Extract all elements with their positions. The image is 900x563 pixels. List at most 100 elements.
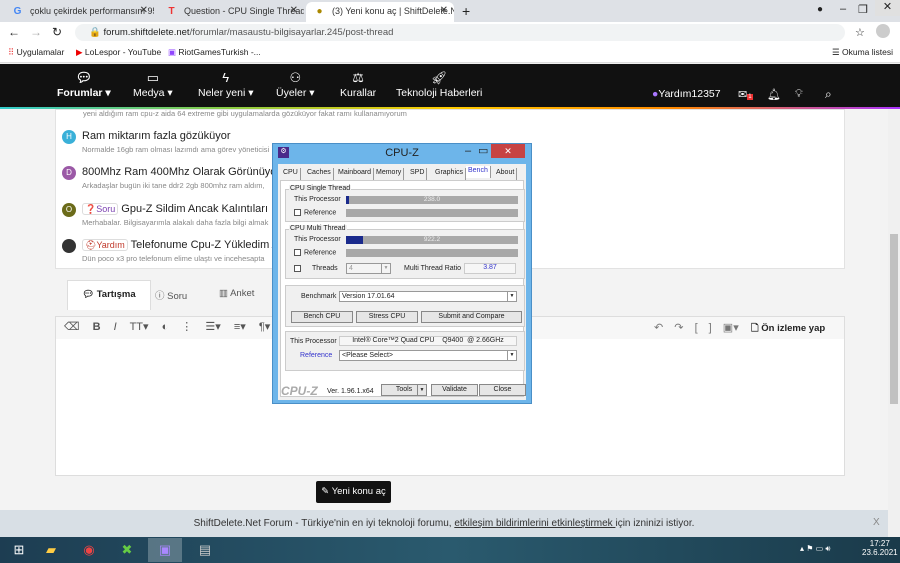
explorer-icon[interactable]: ▰ — [34, 538, 68, 562]
chrome-icon[interactable]: ◉ — [72, 538, 106, 562]
user-menu[interactable]: ●Yardım12357 — [652, 88, 721, 100]
reference-checkbox[interactable]: Reference — [294, 249, 336, 256]
bench-cpu-button[interactable]: Bench CPU — [291, 311, 353, 323]
validate-button[interactable]: Validate — [431, 384, 478, 396]
scrollbar[interactable] — [888, 109, 900, 537]
tab-anket[interactable]: ▥ Anket — [205, 280, 268, 310]
list-icon[interactable]: ☰▾ — [205, 321, 220, 333]
close-tab-icon[interactable]: ✕ — [440, 5, 448, 16]
close-tab-icon[interactable]: ✕ — [290, 5, 298, 16]
reload-icon[interactable]: ↻ — [52, 25, 62, 39]
minimize-button[interactable]: – — [465, 145, 471, 157]
reference-select[interactable]: <Please Select> ▼ — [339, 350, 517, 361]
nav-medya[interactable]: ▭ Medya ▾ — [133, 70, 173, 99]
nav-neler-yeni[interactable]: ϟ Neler yeni ▾ — [198, 70, 253, 99]
profile-icon[interactable]: ● — [817, 4, 823, 15]
browser-tab-active[interactable]: ● (3) Yeni konu aç | ShiftDelete.Net ✕ — [306, 2, 454, 22]
multi-thread-bar: 922.2 — [346, 236, 518, 244]
tab-about[interactable]: About — [494, 168, 518, 180]
row-label: Reference — [304, 249, 337, 257]
close-window-button[interactable]: ✕ — [491, 144, 525, 158]
youtube-icon: ▶ — [76, 47, 83, 57]
threads-select[interactable]: 4 ▼ — [346, 263, 391, 274]
clock[interactable]: 17:27 23.6.2021 — [862, 539, 898, 557]
tray-icons[interactable]: ▴ ⚑ ▭ 🔊︎ — [800, 544, 830, 554]
tab-memory[interactable]: Memory — [374, 168, 405, 180]
tab-tartisma[interactable]: 💬︎ Tartışma — [67, 280, 151, 310]
preview-button[interactable]: 🗋 Ön izleme yap — [751, 321, 825, 337]
new-tab-button[interactable]: + — [462, 3, 470, 19]
bulb-icon[interactable]: 💡︎ — [795, 88, 803, 101]
submit-compare-button[interactable]: Submit and Compare — [421, 311, 522, 323]
nav-label: Forumlar — [57, 87, 103, 99]
reading-list[interactable]: ☰ Okuma listesi — [832, 47, 893, 58]
tab-bench[interactable]: Bench — [466, 166, 491, 178]
italic-icon[interactable]: I — [114, 321, 117, 333]
palette-icon[interactable]: ◐ — [162, 321, 169, 333]
star-icon[interactable]: ☆ — [855, 26, 865, 39]
bold-icon[interactable]: B — [93, 321, 101, 333]
align-icon[interactable]: ≡▾ — [234, 321, 246, 333]
bookmark-label: Uygulamalar — [16, 47, 65, 57]
redo-icon[interactable]: ↷ — [674, 322, 683, 334]
benchmark-select[interactable]: Version 17.01.64 ▼ — [339, 291, 517, 302]
tab-mainboard[interactable]: Mainboard — [336, 168, 375, 180]
app-icon[interactable]: ✖ — [110, 538, 144, 562]
close-window-button[interactable]: ✕ — [875, 0, 900, 16]
chat-icon: 💬︎ — [75, 70, 93, 85]
bookmark-apps[interactable]: ⠿ Uygulamalar — [8, 47, 64, 58]
inbox-icon[interactable]: ✉1 — [738, 88, 753, 101]
threads-checkbox[interactable] — [294, 265, 304, 272]
tab-soru[interactable]: ⓘ Soru — [141, 280, 201, 310]
stress-cpu-button[interactable]: Stress CPU — [356, 311, 418, 323]
nav-uyeler[interactable]: ⚇ Üyeler ▾ — [276, 70, 315, 99]
rocket-icon: 🚀︎ — [430, 70, 448, 85]
app-icon[interactable]: ▤ — [188, 538, 222, 562]
account-icon[interactable] — [876, 24, 890, 38]
scroll-thumb[interactable] — [890, 234, 898, 404]
notification-close[interactable]: X — [873, 517, 880, 528]
nav-kurallar[interactable]: ⚖ Kurallar — [340, 70, 376, 99]
nav-forumlar[interactable]: 💬︎ Forumlar ▾ — [57, 70, 111, 99]
tab-cpu[interactable]: CPU — [281, 168, 301, 180]
eraser-icon[interactable]: ⌫ — [64, 321, 80, 333]
minimize-button[interactable]: – — [840, 3, 846, 15]
bookmark-youtube[interactable]: ▶ LoLespor - YouTube — [76, 47, 161, 58]
reference-checkbox[interactable]: Reference — [294, 209, 336, 216]
tab-caches[interactable]: Caches — [305, 168, 334, 180]
submit-thread-button[interactable]: ✎ Yeni konu aç — [316, 481, 391, 503]
thread-title[interactable]: Ram miktarım fazla gözüküyor — [82, 130, 231, 142]
forward-icon[interactable]: → — [30, 25, 42, 39]
cpuz-taskbar-icon[interactable]: ▣ — [148, 538, 182, 562]
code-icon[interactable]: [ ] — [695, 322, 712, 334]
bell-icon[interactable]: 🔔︎ — [767, 88, 781, 101]
site-icon: T — [168, 6, 175, 17]
text-size-icon[interactable]: TT▾ — [130, 321, 149, 333]
back-icon[interactable]: ← — [8, 25, 20, 39]
tab-graphics[interactable]: Graphics — [433, 168, 467, 180]
thread-title[interactable]: Telefonume Cpu-Z Yükledim Am — [131, 239, 289, 251]
username: Yardım12357 — [658, 88, 721, 100]
close-button[interactable]: Close — [479, 384, 526, 396]
thread-title[interactable]: Gpu-Z Sildim Ancak Kalıntıları Kalır — [121, 203, 293, 215]
nav-teknoloji-haberleri[interactable]: 🚀︎ Teknoloji Haberleri — [396, 70, 482, 99]
tools-dropdown-icon[interactable]: ▼ — [417, 384, 427, 396]
maximize-button[interactable]: ❐ — [858, 3, 868, 16]
tab-title: Question - CPU Single Thread Lo — [184, 6, 304, 16]
bookmark-twitch[interactable]: ▣ RiotGamesTurkish -... — [168, 47, 261, 58]
maximize-button[interactable]: ▭ — [478, 144, 488, 157]
browser-tab[interactable]: T Question - CPU Single Thread Lo✕ — [158, 2, 304, 22]
close-tab-icon[interactable]: ✕ — [140, 5, 148, 16]
start-icon[interactable]: ⊞ — [2, 538, 36, 562]
thread-title[interactable]: 800Mhz Ram 400Mhz Olarak Görünüyor — [82, 166, 280, 178]
select-value: 4 — [349, 265, 353, 272]
search-icon[interactable]: ⌕ — [825, 87, 832, 102]
browser-tab[interactable]: Gçoklu çekirdek performansım 950 ✕ — [4, 2, 154, 22]
tab-spd[interactable]: SPD — [408, 168, 428, 180]
reference-link[interactable]: Reference — [300, 352, 332, 359]
url-bar[interactable]: 🔒 forum.shiftdelete.net/forumlar/masaust… — [75, 24, 845, 41]
undo-icon[interactable]: ↶ — [654, 322, 663, 334]
draft-icon[interactable]: ▣▾ — [723, 322, 739, 334]
paragraph-icon[interactable]: ¶▾ — [259, 321, 270, 333]
notification-link[interactable]: etkileşim bildirimlerini etkinleştirmek — [454, 518, 615, 529]
